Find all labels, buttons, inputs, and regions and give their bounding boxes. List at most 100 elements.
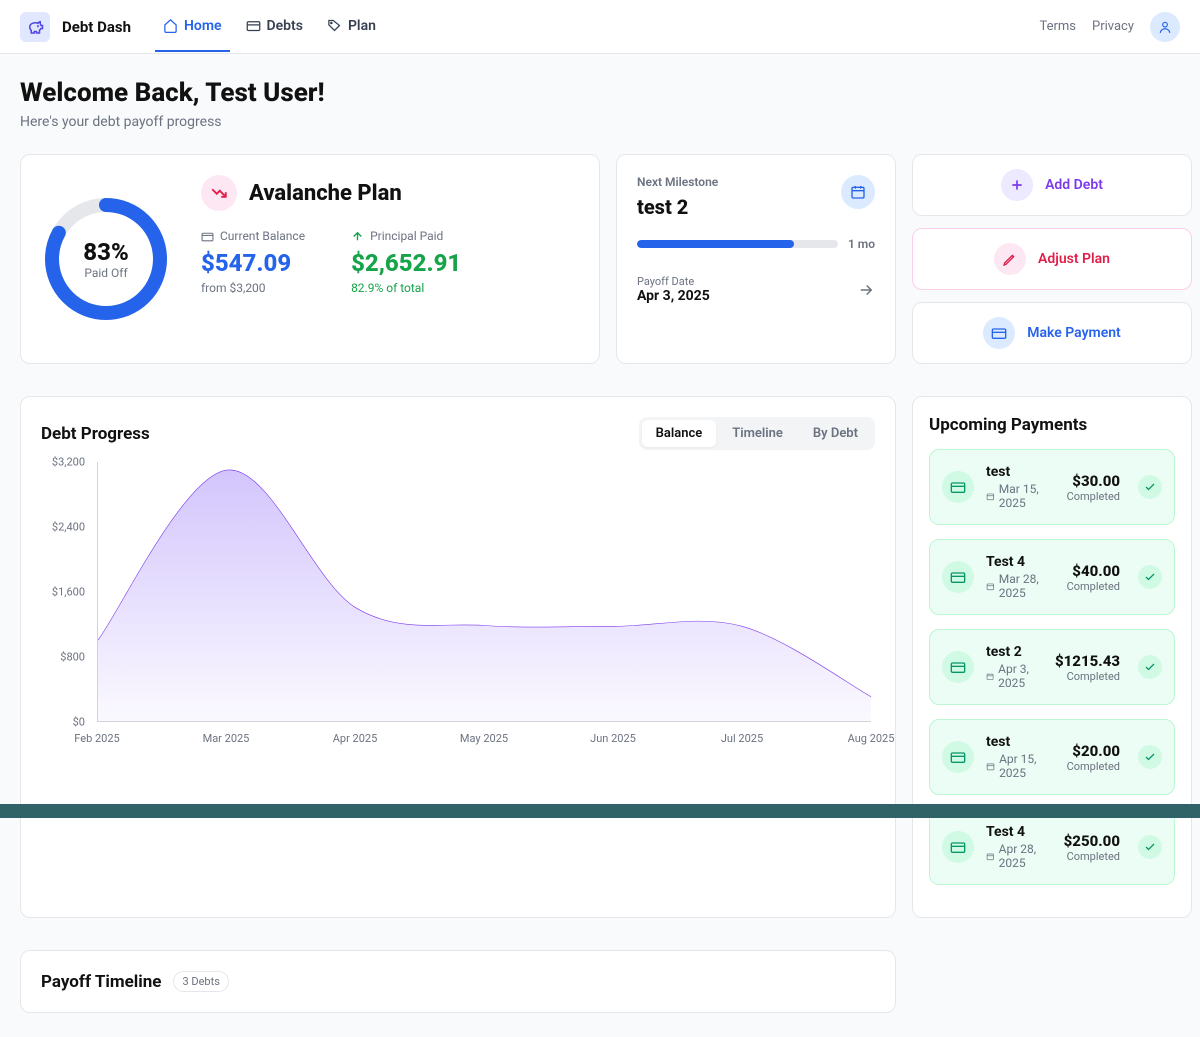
payment-status: Completed	[1055, 670, 1120, 683]
tag-icon	[327, 18, 342, 33]
y-tick: $800	[60, 651, 85, 664]
page-title: Welcome Back, Test User!	[20, 78, 1180, 108]
payment-date: Apr 3, 2025	[998, 662, 1043, 690]
add-debt-button[interactable]: Add Debt	[912, 154, 1192, 216]
plus-icon	[1001, 169, 1033, 201]
plan-name: Avalanche Plan	[249, 181, 402, 206]
adjust-plan-button[interactable]: Adjust Plan	[912, 228, 1192, 290]
card-icon	[246, 18, 261, 33]
balance-label: Current Balance	[220, 229, 305, 243]
payment-amount: $40.00	[1067, 562, 1120, 580]
payment-amount: $30.00	[1067, 472, 1120, 490]
payoff-timeline-card: Payoff Timeline 3 Debts	[20, 950, 896, 1013]
payment-item[interactable]: Test 4 Apr 28, 2025 $250.00Completed	[929, 809, 1175, 885]
balance-value: $547.09	[201, 249, 305, 277]
tab-balance[interactable]: Balance	[642, 420, 717, 447]
payment-status: Completed	[1064, 850, 1120, 863]
x-tick: Mar 2025	[203, 732, 250, 745]
calendar-icon	[986, 581, 995, 592]
bottom-bar	[0, 804, 1200, 818]
make-payment-label: Make Payment	[1027, 325, 1121, 341]
payment-amount: $250.00	[1064, 832, 1120, 850]
nav-item-home[interactable]: Home	[155, 2, 230, 52]
payment-date: Mar 15, 2025	[999, 482, 1055, 510]
calendar-icon	[986, 851, 995, 862]
trending-down-icon	[201, 175, 237, 211]
y-tick: $0	[73, 716, 85, 729]
nav-item-debts[interactable]: Debts	[238, 2, 311, 52]
edit-icon	[994, 243, 1026, 275]
payment-item[interactable]: testMar 15, 2025$30.00Completed	[929, 449, 1175, 525]
payment-name: Test 4	[986, 824, 1052, 840]
wallet-icon	[201, 230, 214, 243]
check-icon	[1138, 835, 1162, 859]
x-tick: Aug 2025	[848, 732, 895, 745]
milestone-time: 1 mo	[848, 237, 875, 251]
credit-card-icon	[942, 741, 974, 773]
arrow-right-icon[interactable]	[857, 281, 875, 299]
credit-card-icon	[942, 561, 974, 593]
privacy-link[interactable]: Privacy	[1092, 19, 1134, 34]
payment-item[interactable]: testApr 15, 2025$20.00Completed	[929, 719, 1175, 795]
credit-card-icon	[942, 831, 974, 863]
chart-card: Debt Progress BalanceTimelineBy Debt $3,…	[20, 396, 896, 918]
add-debt-label: Add Debt	[1045, 177, 1103, 193]
x-tick: Feb 2025	[74, 732, 119, 745]
payment-status: Completed	[1067, 760, 1120, 773]
upcoming-title: Upcoming Payments	[929, 415, 1175, 435]
milestone-name: test 2	[637, 195, 718, 219]
progress-card: 83% Paid Off Avalanche Plan C	[20, 154, 600, 364]
milestone-card: Next Milestone test 2 1 mo Payoff Date A…	[616, 154, 896, 364]
principal-sub: 82.9% of total	[351, 281, 461, 295]
logo[interactable]: Debt Dash	[20, 12, 131, 42]
credit-card-icon	[942, 471, 974, 503]
milestone-progress-bar	[637, 240, 838, 248]
nav-label: Debts	[267, 18, 303, 34]
calendar-icon	[986, 491, 995, 502]
nav-label: Home	[184, 18, 222, 34]
calendar-icon	[841, 175, 875, 209]
credit-card-icon	[942, 651, 974, 683]
chart-title: Debt Progress	[41, 424, 150, 444]
brand-name: Debt Dash	[62, 18, 131, 36]
make-payment-button[interactable]: Make Payment	[912, 302, 1192, 364]
y-tick: $2,400	[52, 521, 85, 534]
calendar-icon	[986, 761, 995, 772]
check-icon	[1138, 565, 1162, 589]
user-avatar[interactable]	[1150, 12, 1180, 42]
milestone-label: Next Milestone	[637, 175, 718, 189]
chart-area	[98, 470, 871, 721]
home-icon	[163, 18, 178, 33]
payment-name: test	[986, 464, 1055, 480]
payoff-date-label: Payoff Date	[637, 275, 710, 288]
payment-name: test	[986, 734, 1055, 750]
progress-label: Paid Off	[84, 266, 127, 280]
user-icon	[1158, 20, 1172, 34]
payment-item[interactable]: test 2 Apr 3, 2025 $1215.43Completed	[929, 629, 1175, 705]
x-tick: Apr 2025	[333, 732, 378, 745]
credit-card-icon	[983, 317, 1015, 349]
payment-date: Apr 15, 2025	[999, 752, 1055, 780]
y-tick: $1,600	[52, 586, 85, 599]
payment-date: Mar 28, 2025	[999, 572, 1055, 600]
x-tick: Jun 2025	[590, 732, 636, 745]
nav-item-plan[interactable]: Plan	[319, 2, 384, 52]
page-subtitle: Here's your debt payoff progress	[20, 114, 1180, 130]
check-icon	[1138, 745, 1162, 769]
payment-name: test 2	[986, 644, 1043, 660]
tab-timeline[interactable]: Timeline	[718, 420, 797, 447]
payment-item[interactable]: Test 4 Mar 28, 2025 $40.00Completed	[929, 539, 1175, 615]
tab-by-debt[interactable]: By Debt	[799, 420, 872, 447]
x-tick: May 2025	[460, 732, 508, 745]
payment-amount: $1215.43	[1055, 652, 1120, 670]
principal-value: $2,652.91	[351, 249, 461, 277]
balance-sub: from $3,200	[201, 281, 305, 295]
terms-link[interactable]: Terms	[1039, 19, 1076, 34]
payment-status: Completed	[1067, 580, 1120, 593]
payment-name: Test 4	[986, 554, 1055, 570]
debts-count-badge: 3 Debts	[173, 971, 228, 992]
payment-date: Apr 28, 2025	[999, 842, 1052, 870]
piggy-bank-icon	[20, 12, 50, 42]
payoff-date: Apr 3, 2025	[637, 288, 710, 304]
y-tick: $3,200	[52, 456, 85, 469]
